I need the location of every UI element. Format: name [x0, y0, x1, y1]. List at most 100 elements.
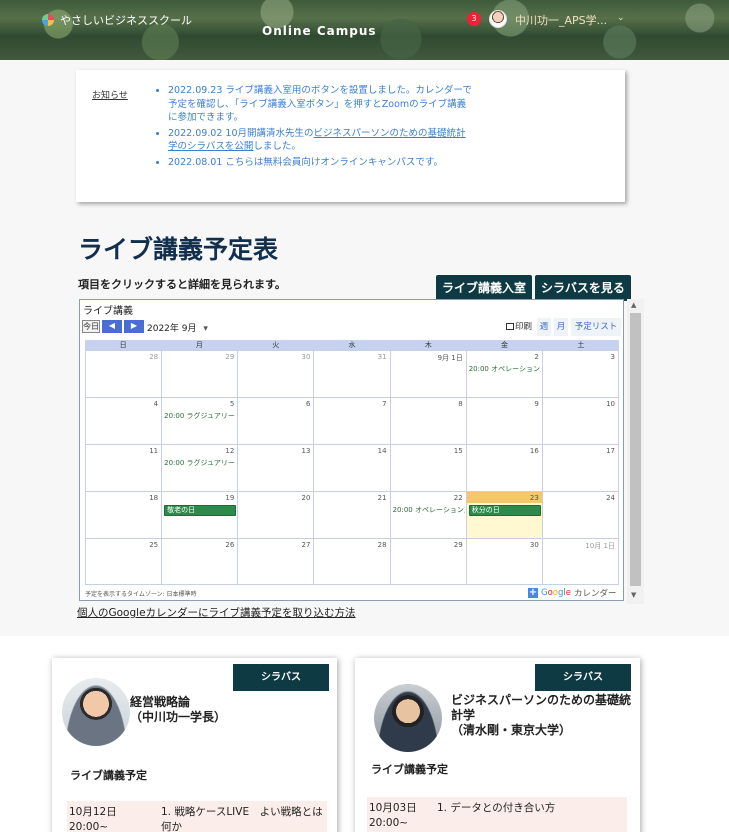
- calendar-day[interactable]: 27: [237, 538, 314, 585]
- calendar-day[interactable]: 10月 1日: [541, 538, 619, 585]
- weekday-label: 日: [119, 341, 127, 349]
- syllabus-button[interactable]: シラバス: [535, 664, 631, 691]
- calendar-day[interactable]: 4: [85, 397, 162, 444]
- day-number: 19: [225, 494, 235, 502]
- scroll-up-icon[interactable]: ▲: [631, 301, 636, 309]
- day-number: 10月 1日: [585, 542, 615, 550]
- week-view-tab[interactable]: 週: [537, 318, 551, 336]
- calendar-week: 4 5 20:00 ラグジュアリー・ 6 7 8 9 10: [85, 397, 619, 444]
- calendar-day[interactable]: 19 敬老の日: [161, 491, 238, 538]
- calendar-day[interactable]: 9: [465, 397, 542, 444]
- notice-text: しました。: [253, 141, 301, 152]
- day-number: 30: [529, 541, 539, 549]
- calendar-day[interactable]: 17: [541, 444, 619, 491]
- calendar-day[interactable]: 26: [161, 538, 238, 585]
- calendar-day[interactable]: 30: [237, 350, 314, 397]
- print-label: 印刷: [514, 322, 532, 332]
- course-name: 経営戦略論 （中川功一学長）: [130, 695, 227, 724]
- calendar-day[interactable]: 15: [389, 444, 466, 491]
- month-view-tab[interactable]: 月: [554, 318, 568, 336]
- calendar-day[interactable]: 14: [313, 444, 390, 491]
- gcal-import-link[interactable]: 個人のGoogleカレンダーにライブ講義予定を取り込む方法: [77, 605, 356, 620]
- user-menu-chevron-icon[interactable]: ⌄: [617, 13, 625, 23]
- notice-panel: お知らせ 2022.09.23 ライブ講義入室用のボタンを設置しました。カレンダ…: [76, 70, 625, 202]
- prev-month-icon[interactable]: ◀: [102, 320, 122, 333]
- calendar-day[interactable]: 18: [85, 491, 162, 538]
- calendar-event[interactable]: 20:00 オペレーションズ: [393, 505, 465, 515]
- syllabus-button[interactable]: シラバス: [233, 664, 329, 691]
- user-avatar[interactable]: [489, 10, 507, 28]
- view-syllabus-button[interactable]: シラバスを見る: [535, 275, 631, 301]
- day-number: 4: [153, 400, 159, 408]
- notice-label[interactable]: お知らせ: [92, 88, 128, 101]
- weekday-label: 火: [272, 341, 280, 349]
- calendar-event[interactable]: 20:00 ラグジュアリー・: [164, 411, 236, 421]
- site-logo[interactable]: やさしいビジネススクール: [42, 12, 192, 28]
- day-number: 12: [225, 447, 235, 455]
- next-month-icon[interactable]: ▶: [124, 320, 144, 333]
- holiday-event[interactable]: 秋分の日: [468, 505, 541, 516]
- live-enter-button[interactable]: ライブ講義入室: [436, 275, 532, 301]
- google-calendar-button[interactable]: + Google カレンダー: [528, 587, 617, 599]
- site-header: やさしいビジネススクール Online Campus 3 中川功一_APS学..…: [0, 0, 729, 60]
- today-button[interactable]: 今日: [82, 320, 100, 333]
- calendar-day[interactable]: 3: [541, 350, 619, 397]
- agenda-view-tab[interactable]: 予定リスト: [571, 318, 621, 336]
- calendar-week: 25 26 27 28 29 30 10月 1日: [85, 538, 619, 585]
- calendar-event[interactable]: 20:00 ラグジュアリー・: [164, 458, 236, 468]
- day-number: 13: [301, 447, 311, 455]
- calendar-day[interactable]: 2 20:00 オペレーションズ: [465, 350, 542, 397]
- user-name[interactable]: 中川功一_APS学...: [515, 12, 607, 28]
- calendar-day[interactable]: 12 20:00 ラグジュアリー・: [161, 444, 238, 491]
- day-number: 23: [529, 494, 539, 502]
- scroll-thumb[interactable]: [630, 313, 641, 586]
- calendar-day[interactable]: 23 秋分の日: [465, 491, 542, 538]
- day-number: 28: [377, 541, 387, 549]
- schedule-row[interactable]: 10月12日 20:00~ 1. 戦略ケースLIVE よい戦略とは何か: [67, 801, 327, 832]
- calendar-day[interactable]: 5 20:00 ラグジュアリー・: [161, 397, 238, 444]
- calendar-day[interactable]: 30: [465, 538, 542, 585]
- notification-badge[interactable]: 3: [467, 12, 481, 26]
- course-name: ビジネスパーソンのための基礎統計学 （清水剛・東京大学）: [451, 693, 632, 737]
- month-label[interactable]: 2022年 9月 ▾: [147, 321, 208, 334]
- day-number: 2: [534, 353, 539, 361]
- day-number: 31: [377, 353, 387, 361]
- calendar-day[interactable]: 10: [541, 397, 619, 444]
- calendar-event[interactable]: 20:00 オペレーションズ: [469, 364, 541, 374]
- course-card: シラバス ビジネスパーソンのための基礎統計学 （清水剛・東京大学） ライブ講義予…: [355, 658, 640, 832]
- schedule-row[interactable]: 10月03日 20:00~ 1. データとの付き合い方: [367, 797, 627, 832]
- calendar-day[interactable]: 20: [237, 491, 314, 538]
- calendar-title: ライブ講義: [83, 306, 133, 317]
- day-number: 27: [301, 541, 311, 549]
- day-number: 30: [301, 353, 311, 361]
- day-number: 28: [149, 353, 159, 361]
- day-number: 21: [377, 494, 387, 502]
- day-number: 8: [458, 400, 463, 408]
- calendar-day[interactable]: 11: [85, 444, 162, 491]
- calendar-day[interactable]: 28: [85, 350, 162, 397]
- calendar-scrollbar[interactable]: ▲ ▼: [627, 299, 644, 604]
- teacher-photo: [62, 678, 130, 746]
- calendar-day[interactable]: 28: [313, 538, 390, 585]
- calendar-day[interactable]: 21: [313, 491, 390, 538]
- calendar-day[interactable]: 8: [389, 397, 466, 444]
- timezone-note: 予定を表示するタイムゾーン: 日本標準時: [85, 591, 197, 598]
- day-number: 11: [149, 447, 159, 455]
- month-text: 2022年 9月: [147, 324, 197, 334]
- scroll-down-icon[interactable]: ▼: [631, 591, 636, 599]
- calendar-day[interactable]: 24: [541, 491, 619, 538]
- calendar-day[interactable]: 13: [237, 444, 314, 491]
- calendar-day[interactable]: 7: [313, 397, 390, 444]
- calendar-day[interactable]: 29: [161, 350, 238, 397]
- calendar-day[interactable]: 29: [389, 538, 466, 585]
- calendar-day[interactable]: 25: [85, 538, 162, 585]
- calendar-day[interactable]: 6: [237, 397, 314, 444]
- calendar-day[interactable]: 31: [313, 350, 390, 397]
- calendar-day[interactable]: 22 20:00 オペレーションズ: [389, 491, 466, 538]
- print-button[interactable]: 印刷: [503, 318, 535, 336]
- day-number: 24: [606, 494, 615, 502]
- calendar-day[interactable]: 9月 1日: [389, 350, 466, 397]
- holiday-event[interactable]: 敬老の日: [164, 505, 237, 516]
- notice-list: 2022.09.23 ライブ講義入室用のボタンを設置しました。カレンダーで予定を…: [168, 84, 473, 171]
- calendar-day[interactable]: 16: [465, 444, 542, 491]
